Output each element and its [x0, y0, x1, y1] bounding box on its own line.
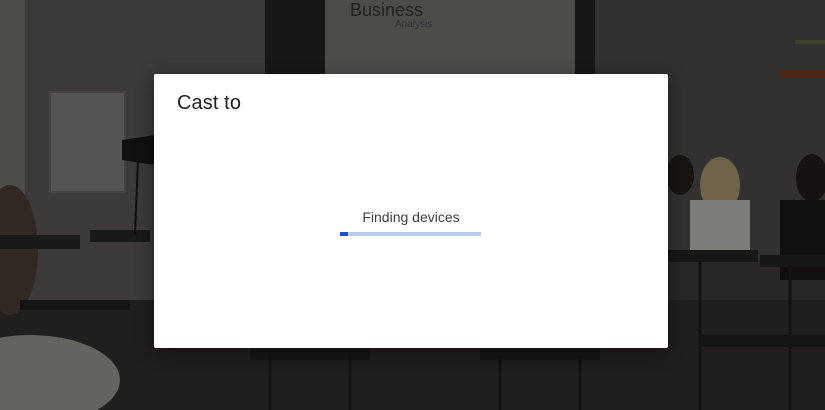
dialog-title: Cast to [177, 92, 242, 114]
cast-dialog: Cast to Finding devices [154, 74, 668, 348]
search-progress-bar [340, 232, 481, 236]
finding-devices-status: Finding devices [362, 209, 460, 225]
search-progress-fill [340, 232, 349, 236]
